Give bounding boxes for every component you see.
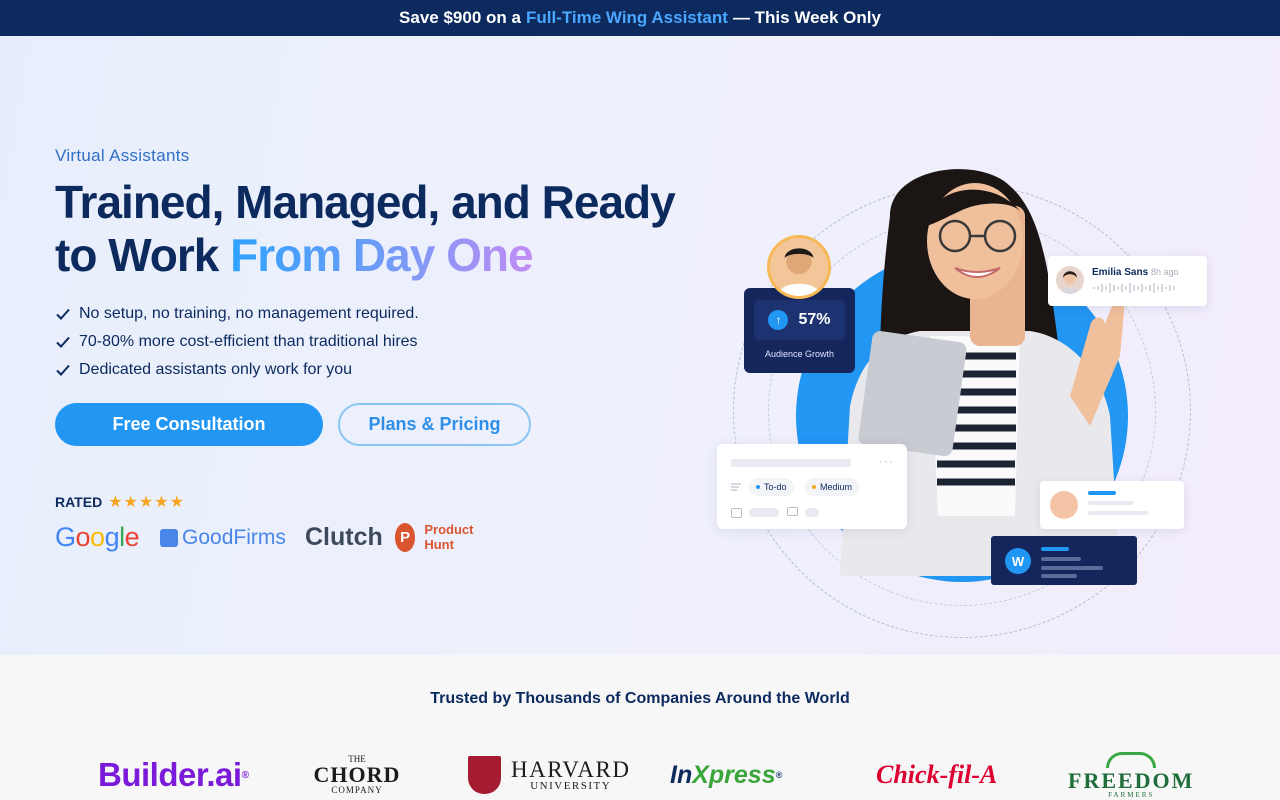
free-consultation-button[interactable]: Free Consultation [55,403,323,446]
calendar-icon [731,508,742,518]
promo-banner[interactable]: Save $900 on a Full-Time Wing Assistant … [0,0,1280,36]
task-title-placeholder [731,459,851,467]
chord-company-logo: THE CHORD COMPANY [313,754,401,795]
benefit-text: 70-80% more cost-efficient than traditio… [79,333,418,350]
wing-logo-icon: W [1005,548,1031,574]
stat-value: 57% [798,311,831,328]
trusted-title: Trusted by Thousands of Companies Around… [430,690,850,707]
check-icon [56,336,70,348]
rating-row: RATED ★★★★★ [55,492,185,512]
producthunt-icon: P [395,522,416,552]
headline-line-1: Trained, Managed, and Ready [55,176,676,228]
benefit-text: No setup, no training, no management req… [79,305,419,322]
promo-prefix: Save $900 on a [399,8,521,27]
more-options-icon: ··· [879,454,894,468]
brand-line-placeholder [1041,547,1069,551]
message-sender: Emilia Sans [1092,267,1149,278]
star-rating: ★★★★★ [108,494,185,511]
audience-growth-card: ↑ 57% Audience Growth [744,288,855,373]
benefit-item: No setup, no training, no management req… [55,300,419,328]
task-card: ··· To-do Medium [717,444,907,529]
brand-card: W [991,536,1137,585]
hero-section: Virtual Assistants Trained, Managed, and… [0,36,1280,655]
status-chip: To-do [749,478,794,496]
check-icon [56,364,70,376]
check-icon [56,308,70,320]
benefits-list: No setup, no training, no management req… [55,300,419,384]
plans-pricing-button[interactable]: Plans & Pricing [338,403,531,446]
harvard-shield-icon [468,756,501,794]
woman-avatar-icon [1060,271,1080,294]
promo-highlight-link[interactable]: Full-Time Wing Assistant [526,8,728,28]
sun-icon [1106,751,1157,768]
avatar [1056,266,1084,294]
inxpress-logo: In Xpress ® [670,760,783,789]
clutch-logo: Clutch [305,523,383,551]
hero-visual: ↑ 57% Audience Growth Emilia Sans 8h ago… [700,146,1240,646]
date-placeholder [749,508,779,517]
trusted-by-section: Trusted by Thousands of Companies Around… [0,655,1280,800]
freedom-farmers-logo: FREEDOM FARMERS [1068,750,1194,800]
priority-chip: Medium [805,478,860,496]
promo-suffix: — This Week Only [732,8,881,27]
profile-line-placeholder [1088,511,1148,515]
hero-eyebrow: Virtual Assistants [55,146,190,165]
benefit-item: Dedicated assistants only work for you [55,356,419,384]
headline-gradient-text: From Day One [230,229,533,281]
google-logo: Google [55,522,140,552]
hero-headline: Trained, Managed, and Ready to Work From… [55,176,695,282]
rated-label: RATED [55,494,103,510]
audio-waveform-icon [1093,283,1175,293]
benefit-item: 70-80% more cost-efficient than traditio… [55,328,419,356]
brand-line-placeholder [1041,566,1103,570]
profile-card [1040,481,1184,529]
brand-line-placeholder [1041,557,1081,561]
chick-fil-a-logo: Chick-fil-A [876,760,998,789]
goodfirms-logo: GoodFirms [160,526,286,550]
avatar [767,235,831,299]
comment-count-placeholder [805,508,819,517]
stat-value-box: ↑ 57% [754,300,845,340]
message-time: 8h ago [1151,267,1179,277]
producthunt-logo: P Product Hunt [395,522,482,552]
brand-line-placeholder [1041,574,1077,578]
man-avatar-icon [777,248,821,296]
profile-line-placeholder [1088,501,1134,505]
goodfirms-icon [160,529,178,547]
list-icon [731,483,741,491]
builder-ai-logo: Builder.ai ® [98,756,249,793]
stat-label: Audience Growth [764,349,835,359]
harvard-logo: HARVARD UNIVERSITY [468,750,630,800]
comment-icon [787,507,798,516]
avatar [1050,491,1078,519]
benefit-text: Dedicated assistants only work for you [79,361,353,378]
arrow-up-icon: ↑ [768,310,789,330]
message-card: Emilia Sans 8h ago [1048,256,1207,306]
profile-name-placeholder [1088,491,1116,495]
headline-line-2: to Work [55,229,219,281]
